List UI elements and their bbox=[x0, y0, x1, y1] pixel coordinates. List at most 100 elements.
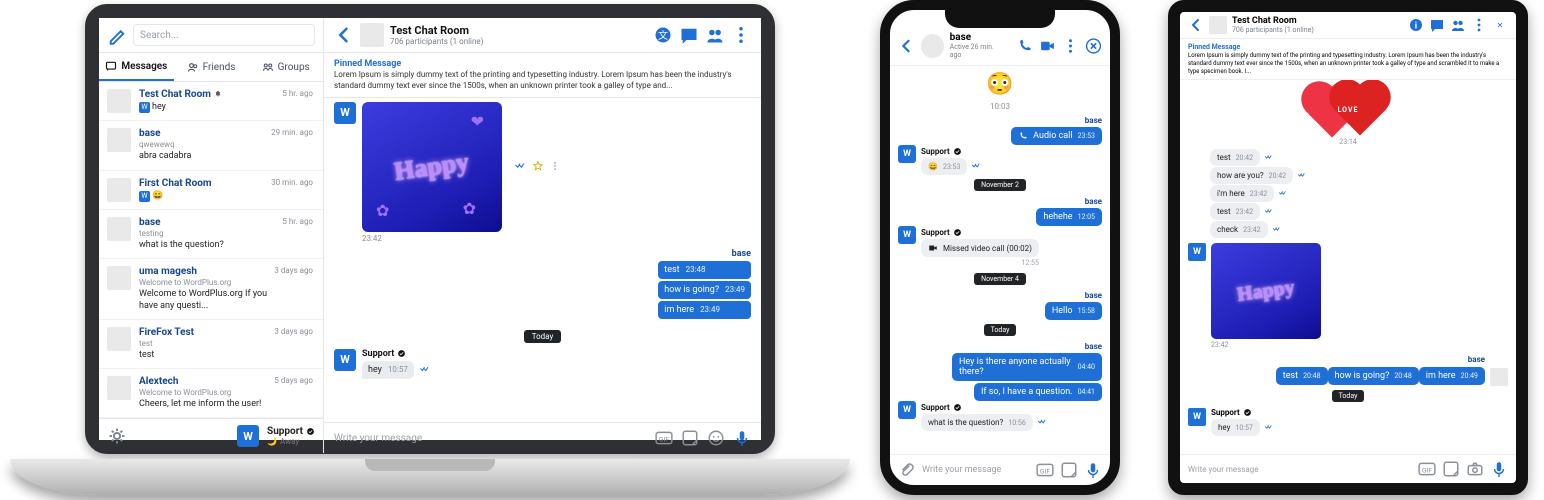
emoji-bubble[interactable]: 😄23:53 bbox=[921, 158, 967, 175]
date-separator: November 2 bbox=[974, 179, 1026, 191]
message-more-icon[interactable] bbox=[550, 161, 560, 173]
message-bubble[interactable]: what is the question?10:56 bbox=[921, 414, 1033, 431]
message-bubble[interactable]: test23:48 bbox=[658, 261, 751, 279]
chat-list-item[interactable]: base testingwhat is the question?5 hr. a… bbox=[99, 210, 323, 259]
verified-icon bbox=[953, 228, 962, 237]
more-icon[interactable] bbox=[731, 25, 751, 45]
gif-icon[interactable] bbox=[1036, 461, 1054, 479]
settings-button[interactable] bbox=[107, 426, 127, 446]
self-avatar[interactable]: W bbox=[237, 425, 259, 447]
camera-icon[interactable] bbox=[1466, 460, 1484, 478]
message-bubble[interactable]: hehehe12:05 bbox=[1036, 208, 1102, 226]
attach-icon[interactable] bbox=[898, 461, 916, 479]
chat-sub: Welcome to WordPlus.org bbox=[139, 278, 268, 287]
verified-icon bbox=[953, 147, 962, 156]
chat-time: 5 hr. ago bbox=[282, 89, 313, 113]
chat-title-block[interactable]: Test Chat Room 706 participants (1 onlin… bbox=[1232, 16, 1314, 34]
sender-avatar[interactable]: W bbox=[898, 401, 916, 419]
back-button[interactable] bbox=[1188, 17, 1204, 33]
pinned-message[interactable]: Pinned Message Lorem Ipsum is simply dum… bbox=[324, 53, 761, 98]
more-icon[interactable] bbox=[1471, 17, 1487, 33]
chat-list-item[interactable]: Test Chat Room Whey5 hr. ago bbox=[99, 82, 323, 121]
chat-time: 30 min. ago bbox=[271, 178, 313, 202]
emoji-icon[interactable] bbox=[707, 429, 725, 447]
hearts-sticker[interactable]: LOVE bbox=[1308, 86, 1388, 134]
chat-title: Test Chat Room bbox=[1232, 16, 1314, 26]
video-call-icon[interactable] bbox=[1039, 37, 1056, 55]
compose-input[interactable]: Write your message bbox=[1188, 465, 1412, 474]
back-button[interactable] bbox=[898, 37, 915, 55]
happy-image[interactable]: ❤ ✿ ✿ Happy bbox=[362, 102, 502, 232]
chat-subtitle: 706 participants (1 online) bbox=[1232, 26, 1314, 34]
gif-icon[interactable] bbox=[1418, 460, 1436, 478]
message-bubble[interactable]: hey10:57 bbox=[1211, 419, 1260, 436]
message-bubble[interactable]: hey10:57 bbox=[362, 361, 414, 379]
chat-list-item[interactable]: uma magesh Welcome to WordPlus.orgWelcom… bbox=[99, 259, 323, 320]
sticker-image[interactable]: 😳 bbox=[986, 72, 1013, 97]
chat-avatar[interactable] bbox=[921, 34, 944, 58]
compose-input[interactable]: Write your message bbox=[922, 465, 1030, 475]
sender-avatar[interactable] bbox=[1490, 368, 1508, 386]
pinned-message[interactable]: Pinned Message Lorem Ipsum is simply dum… bbox=[1180, 39, 1516, 80]
emoji: 😄 bbox=[152, 191, 163, 201]
sender-avatar[interactable]: W bbox=[1188, 408, 1206, 426]
message-bubble[interactable]: Hello15:58 bbox=[1045, 302, 1102, 320]
chat-icon[interactable] bbox=[1429, 17, 1445, 33]
compose-input[interactable]: Write your message bbox=[334, 433, 647, 444]
message-time: 04:41 bbox=[1078, 388, 1095, 396]
chat-list-item[interactable]: Alextech Welcome to WordPlus.orgCheers, … bbox=[99, 369, 323, 418]
chat-list-item[interactable]: First Chat Room W😄30 min. ago bbox=[99, 171, 323, 210]
chat-title-block[interactable]: base Active 26 min. ago bbox=[950, 32, 1004, 59]
message-bubble[interactable]: check23:42 bbox=[1210, 221, 1268, 238]
tab-groups[interactable]: Groups bbox=[248, 53, 323, 81]
close-button[interactable] bbox=[1085, 37, 1102, 55]
happy-image[interactable]: Happy bbox=[1211, 243, 1321, 339]
sticker-icon[interactable] bbox=[681, 429, 699, 447]
chat-list-item[interactable]: FireFox Test testtest3 days ago bbox=[99, 320, 323, 369]
message-bubble[interactable]: test20:48 bbox=[1276, 367, 1328, 385]
sender-avatar[interactable]: W bbox=[1188, 243, 1206, 261]
sender-avatar[interactable]: W bbox=[334, 349, 356, 371]
message-bubble[interactable]: how are you?20:42 bbox=[1210, 167, 1293, 184]
members-icon[interactable] bbox=[1450, 17, 1466, 33]
chat-avatar[interactable] bbox=[1209, 16, 1227, 34]
star-icon[interactable] bbox=[532, 160, 544, 174]
phone-device: base Active 26 min. ago 😳 10:03 base Aud… bbox=[880, 0, 1120, 495]
audio-call-icon[interactable] bbox=[1016, 37, 1033, 55]
sticker-icon[interactable] bbox=[1060, 461, 1078, 479]
message-bubble[interactable]: how is going?23:49 bbox=[658, 281, 751, 299]
phone-app: base Active 26 min. ago 😳 10:03 base Aud… bbox=[890, 10, 1110, 485]
message-bubble[interactable]: test20:42 bbox=[1210, 149, 1260, 166]
search-input[interactable]: Search... bbox=[133, 24, 315, 46]
more-icon[interactable] bbox=[1062, 37, 1079, 55]
members-icon[interactable] bbox=[705, 25, 725, 45]
compose-button[interactable] bbox=[107, 25, 127, 45]
message-bubble[interactable]: test23:42 bbox=[1210, 203, 1260, 220]
sender-avatar[interactable]: W bbox=[898, 145, 916, 163]
message-bubble[interactable]: im here20:49 bbox=[1419, 367, 1485, 385]
message-bubble[interactable]: how is going?20:48 bbox=[1328, 367, 1419, 385]
mic-icon[interactable] bbox=[1084, 461, 1102, 479]
chat-title-block[interactable]: Test Chat Room 706 participants (1 onlin… bbox=[390, 24, 483, 46]
tab-friends[interactable]: Friends bbox=[174, 53, 249, 81]
message-bubble[interactable]: i'm here23:42 bbox=[1210, 185, 1274, 202]
sender-avatar[interactable]: W bbox=[898, 226, 916, 244]
message-bubble[interactable]: Hey is there anyone actually there?04:40 bbox=[952, 353, 1102, 381]
tab-messages[interactable]: Messages bbox=[99, 53, 174, 81]
sender-avatar[interactable]: W bbox=[334, 102, 356, 124]
close-button[interactable]: ✕ bbox=[1492, 17, 1508, 33]
chat-icon[interactable] bbox=[679, 25, 699, 45]
message-bubble[interactable]: If so, I have a question.04:41 bbox=[974, 383, 1102, 401]
mic-icon[interactable] bbox=[733, 429, 751, 447]
message-bubble[interactable]: im here23:49 bbox=[658, 301, 751, 319]
sticker-icon[interactable] bbox=[1442, 460, 1460, 478]
info-icon[interactable] bbox=[1408, 17, 1424, 33]
audio-call-bubble[interactable]: Audio call23:53 bbox=[1011, 127, 1102, 145]
back-button[interactable] bbox=[334, 25, 354, 45]
mic-icon[interactable] bbox=[1490, 460, 1508, 478]
gif-icon[interactable] bbox=[655, 429, 673, 447]
translate-icon[interactable] bbox=[653, 25, 673, 45]
chat-list-item[interactable]: base qwewewqabra cadabra29 min. ago bbox=[99, 121, 323, 170]
chat-avatar[interactable] bbox=[360, 23, 384, 47]
missed-call-bubble[interactable]: Missed video call (00:02) bbox=[921, 239, 1039, 257]
